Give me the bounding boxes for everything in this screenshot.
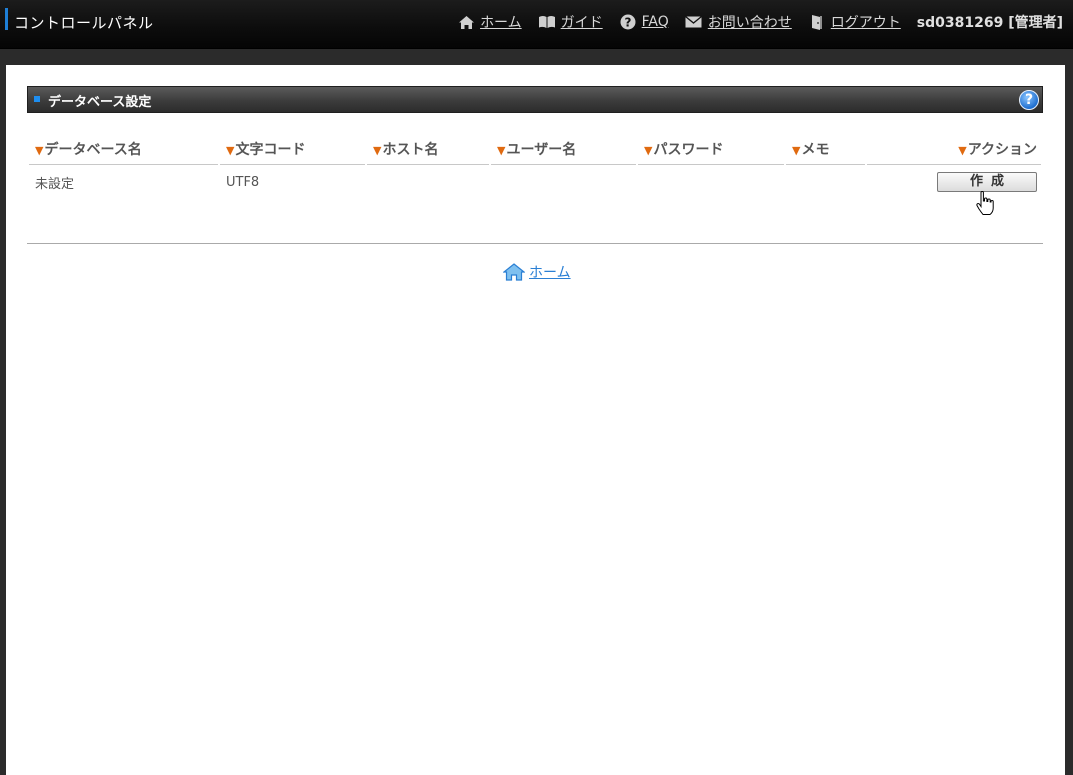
section-title: データベース設定: [48, 95, 152, 110]
col-header-db-name[interactable]: ▼データベース名: [29, 133, 218, 165]
nav-logout-label: ログアウト: [830, 15, 901, 31]
col-header-memo[interactable]: ▼メモ: [786, 133, 865, 165]
nav-guide[interactable]: ガイド: [538, 12, 603, 32]
nav-home-label: ホーム: [480, 15, 522, 31]
sort-triangle-icon: ▼: [226, 143, 235, 157]
sort-triangle-icon: ▼: [497, 143, 506, 157]
top-nav: ホーム ガイド ? FAQ お問い合わせ ログアウト sd0381269 [管理…: [441, 12, 1063, 32]
sort-triangle-icon: ▼: [958, 143, 967, 157]
nav-faq[interactable]: ? FAQ: [619, 14, 669, 30]
sort-triangle-icon: ▼: [373, 143, 382, 157]
col-header-user[interactable]: ▼ユーザー名: [491, 133, 636, 165]
col-header-host[interactable]: ▼ホスト名: [367, 133, 489, 165]
sort-triangle-icon: ▼: [644, 143, 653, 157]
title-accent-bar: [5, 8, 8, 30]
section-square-icon: [34, 96, 40, 102]
table-row: 未設定 UTF8 作成: [29, 165, 1041, 199]
home-icon: [457, 14, 475, 30]
cell-db-name: 未設定: [35, 176, 75, 192]
cell-user: [491, 165, 636, 199]
question-icon: ?: [619, 14, 637, 30]
nav-faq-label: FAQ: [641, 14, 669, 30]
col-header-password[interactable]: ▼パスワード: [638, 133, 784, 165]
hand-cursor-icon: [976, 191, 994, 215]
nav-home[interactable]: ホーム: [457, 12, 522, 32]
svg-text:?: ?: [624, 16, 631, 30]
content-frame: データベース設定 ? ▼データベース名 ▼文字コード ▼ホスト名 ▼ユーザー名 …: [0, 49, 1073, 775]
sort-triangle-icon: ▼: [792, 143, 801, 157]
col-header-charset[interactable]: ▼文字コード: [220, 133, 365, 165]
help-icon[interactable]: ?: [1019, 90, 1039, 110]
cell-charset: UTF8: [226, 174, 260, 190]
top-bar: コントロールパネル ホーム ガイド ? FAQ お問い合わせ ログアウト sd0…: [0, 0, 1073, 49]
user-label: sd0381269 [管理者]: [916, 15, 1063, 31]
database-table: ▼データベース名 ▼文字コード ▼ホスト名 ▼ユーザー名 ▼パスワード ▼メモ …: [27, 133, 1043, 199]
nav-guide-label: ガイド: [560, 15, 603, 31]
book-icon: [538, 14, 556, 30]
cell-action: 作成: [867, 165, 1041, 199]
nav-contact[interactable]: お問い合わせ: [685, 12, 792, 32]
col-header-action[interactable]: ▼アクション: [867, 133, 1041, 165]
app-title: コントロールパネル: [14, 14, 154, 32]
mail-icon: [685, 14, 703, 30]
table-header-row: ▼データベース名 ▼文字コード ▼ホスト名 ▼ユーザー名 ▼パスワード ▼メモ …: [29, 133, 1041, 165]
cell-memo: [786, 165, 865, 199]
nav-contact-label: お問い合わせ: [707, 15, 792, 31]
create-button[interactable]: 作成: [937, 172, 1037, 192]
nav-logout[interactable]: ログアウト: [808, 12, 901, 32]
footer-home-label: ホーム: [529, 265, 571, 281]
section-divider: [27, 243, 1043, 244]
door-icon: [808, 14, 826, 30]
cell-host: [367, 165, 489, 199]
cell-password: [638, 165, 784, 199]
sort-triangle-icon: ▼: [35, 143, 44, 157]
home-icon: [503, 263, 525, 281]
footer-home-link[interactable]: ホーム: [503, 262, 571, 282]
section-header: データベース設定 ?: [27, 86, 1043, 113]
content-panel: データベース設定 ? ▼データベース名 ▼文字コード ▼ホスト名 ▼ユーザー名 …: [6, 65, 1065, 775]
